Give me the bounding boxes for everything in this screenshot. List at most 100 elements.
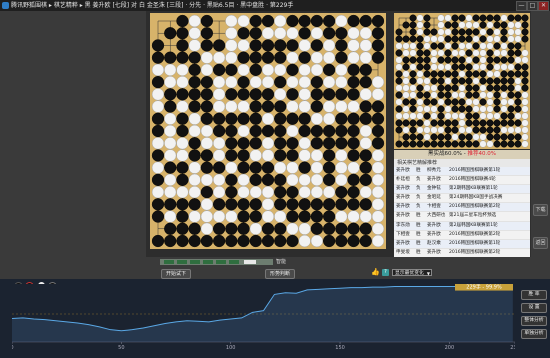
black-stone — [458, 77, 466, 85]
black-stone — [298, 27, 311, 40]
record-row[interactable]: 下相壹胜姜升欧 2016韩国围棋联赛第2轮 — [394, 231, 530, 240]
black-stone — [521, 70, 529, 78]
black-stone — [371, 14, 385, 28]
black-stone — [395, 70, 403, 78]
variation-select[interactable]: 显示最优变化 ▼ — [392, 269, 432, 276]
nav-first-button[interactable] — [164, 260, 174, 264]
record-row[interactable]: 姜升欧胜赵汉乘 2016韩国围棋联赛第1轮 — [394, 239, 530, 249]
white-stone — [458, 91, 466, 99]
white-stone — [500, 98, 508, 106]
nav-prev-button[interactable] — [190, 260, 200, 264]
white-stone — [402, 49, 410, 57]
black-stone — [423, 63, 431, 71]
white-stone — [444, 77, 452, 85]
white-stone — [451, 49, 459, 57]
nav-last-button[interactable] — [244, 260, 256, 264]
white-stone — [164, 112, 177, 125]
white-stone — [409, 42, 417, 50]
white-stone — [213, 76, 226, 89]
black-stone — [213, 234, 226, 248]
nav-play-button[interactable] — [203, 260, 213, 264]
black-stone — [286, 210, 299, 223]
analysis-button-1[interactable]: 胜 率 — [521, 290, 547, 300]
white-stone — [310, 186, 323, 199]
white-stone — [402, 77, 410, 85]
white-stone — [486, 35, 494, 43]
white-stone — [444, 42, 452, 50]
white-stone — [507, 21, 515, 29]
black-stone — [151, 210, 165, 223]
black-stone — [335, 186, 348, 199]
record-row[interactable]: 姜升欧负金钟铉 第2期韩国KB联赛第1轮 — [394, 185, 530, 195]
help-icon[interactable]: ? — [382, 269, 389, 276]
record-row[interactable]: 姜升欧负金昭延 第24期韩国KB国手战决赛 — [394, 194, 530, 204]
white-stone — [176, 63, 189, 76]
black-stone — [521, 63, 529, 71]
black-stone — [465, 105, 473, 113]
analysis-button-3[interactable]: 整体分析 — [521, 316, 547, 326]
white-stone — [521, 91, 529, 99]
black-stone — [423, 56, 431, 64]
nav-fwd10-button[interactable] — [229, 260, 239, 264]
record-row[interactable]: 申旻埈胜姜升欧 2016韩国围棋联赛第2轮 — [394, 249, 530, 257]
smart-toggle[interactable]: 智能 — [276, 258, 286, 265]
situation-analysis-button[interactable]: 形势判断 — [265, 269, 295, 279]
black-stone — [486, 28, 494, 36]
white-stone — [298, 234, 311, 248]
analysis-button-2[interactable]: 设 置 — [521, 303, 547, 313]
black-stone — [176, 124, 189, 138]
record-row[interactable]: 姜升欧 胜 柳秀元 2016韩国围棋联赛第1轮 — [394, 167, 530, 177]
minimize-button[interactable]: — — [516, 1, 527, 11]
black-stone — [237, 149, 250, 162]
black-stone — [451, 140, 459, 148]
try-play-button[interactable]: 开始试下 — [161, 269, 191, 279]
white-stone — [176, 186, 189, 199]
black-stone — [200, 234, 213, 248]
black-stone — [237, 88, 250, 101]
white-stone — [416, 14, 424, 22]
black-stone — [213, 198, 226, 211]
black-stone — [479, 70, 487, 78]
black-stone — [486, 14, 494, 22]
move-navigator[interactable] — [160, 259, 273, 265]
black-stone — [472, 14, 480, 22]
white-stone — [514, 56, 522, 64]
black-stone — [151, 124, 165, 138]
black-stone — [402, 35, 410, 43]
white-stone — [437, 35, 445, 43]
black-stone — [409, 56, 417, 64]
white-stone — [151, 100, 165, 113]
white-stone — [423, 133, 431, 141]
go-board[interactable] — [150, 13, 386, 249]
white-stone — [213, 88, 226, 101]
black-stone — [151, 39, 165, 52]
black-stone — [458, 140, 466, 148]
black-stone — [395, 140, 403, 148]
black-stone — [261, 14, 275, 28]
record-row[interactable]: 姜升欧负卞相壹 2016韩国围棋联赛第2轮 — [394, 203, 530, 213]
white-stone — [486, 140, 494, 148]
white-stone — [486, 98, 494, 106]
nav-back10-button[interactable] — [177, 260, 187, 264]
white-stone — [437, 28, 445, 36]
thumbs-up-icon[interactable]: 👍 — [371, 268, 380, 276]
maximize-button[interactable]: □ — [527, 1, 538, 11]
black-stone — [444, 84, 452, 92]
nav-next-button[interactable] — [216, 260, 226, 264]
analysis-button-4[interactable]: 单独分析 — [521, 329, 547, 339]
back-button[interactable]: 返回 — [533, 237, 548, 249]
black-stone — [493, 84, 501, 92]
record-row[interactable]: 李东勋胜姜升欧 第2届韩国KB联赛第1轮 — [394, 221, 530, 231]
record-row[interactable]: 朴廷桓负姜升欧 2016韩国围棋联赛4轮 — [394, 176, 530, 186]
black-stone — [458, 63, 466, 71]
download-button[interactable]: 下载 — [533, 204, 548, 216]
record-row[interactable]: 姜升欧胜大西研也 第21届三星车险杯预选 — [394, 212, 530, 222]
close-button[interactable]: ✕ — [538, 1, 549, 11]
black-stone — [323, 137, 336, 150]
black-stone — [430, 77, 438, 85]
preview-board[interactable] — [394, 13, 530, 149]
black-stone — [225, 222, 238, 235]
black-stone — [359, 161, 372, 174]
white-stone — [151, 63, 165, 76]
black-stone — [472, 28, 480, 36]
